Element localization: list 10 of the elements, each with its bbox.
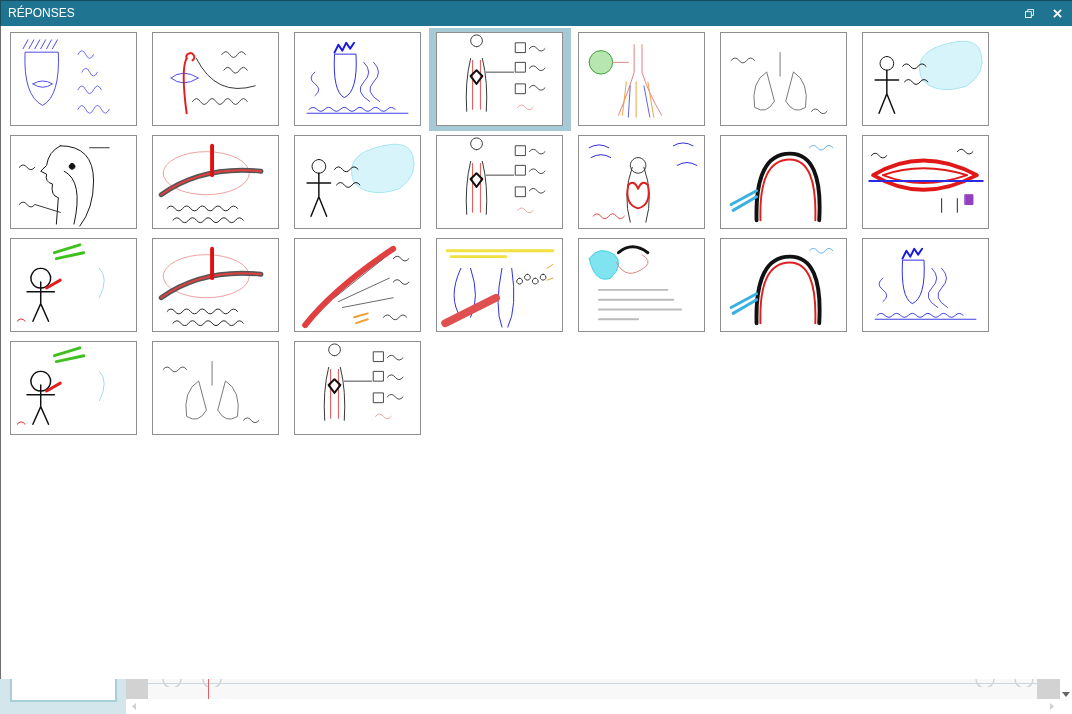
window-title: RÉPONSES [8,6,75,21]
position-marker[interactable] [208,679,209,699]
close-icon[interactable] [1053,9,1062,18]
answer-thumbnail[interactable] [429,28,571,131]
arc-icon [975,679,995,687]
arc-icon [1014,679,1034,687]
restore-icon[interactable] [1025,9,1034,18]
caret-icon[interactable] [1062,692,1070,697]
arc-icon [202,679,222,687]
arc-icon [162,679,182,687]
